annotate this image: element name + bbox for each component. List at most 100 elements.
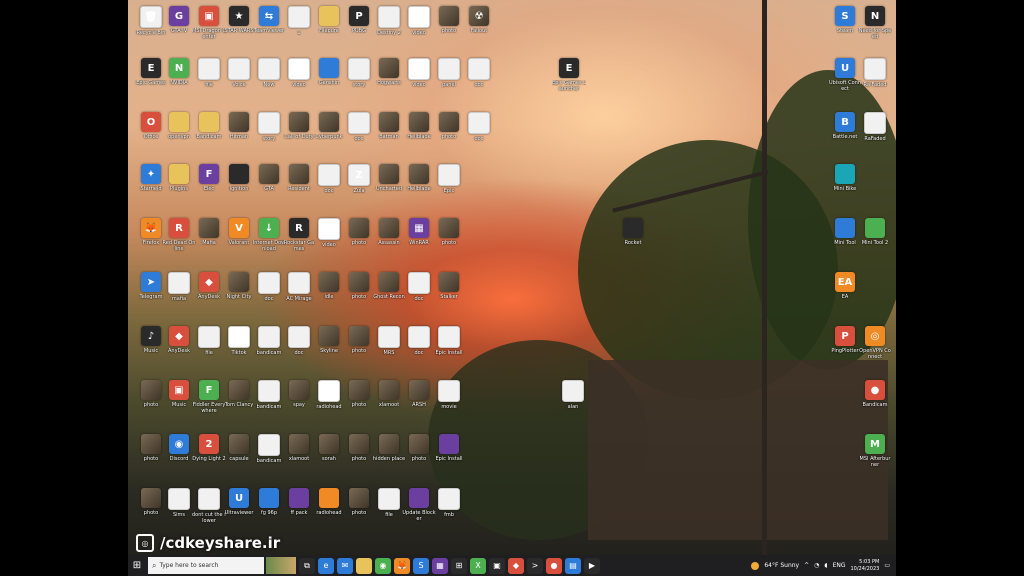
desktop-icon[interactable]: Plugins [164,164,194,208]
desktop-icon[interactable]: doc [464,112,494,156]
desktop-icon[interactable]: Uncharted [374,164,404,208]
tray-overflow-icon[interactable]: ^ [804,562,809,569]
desktop-icon[interactable]: bandicam [254,434,284,478]
desktop-icon[interactable]: photo [344,326,374,370]
desktop-icon[interactable]: ⇆ TeamViewer [254,6,284,50]
desktop-icon[interactable]: F Fiddler Everywhere [193,380,225,424]
desktop-icon[interactable]: Rocket [618,218,648,262]
desktop-icon[interactable]: photo [434,112,464,156]
taskbar-app-store[interactable]: ⊞ [451,557,467,574]
desktop-icon[interactable]: Cyberpunk [314,112,344,156]
desktop-icon[interactable]: ▶ Tiktok [224,326,254,370]
taskbar-app-folder[interactable] [356,557,372,574]
desktop-icon[interactable]: ▶ video [314,218,344,262]
taskbar-app-rar[interactable]: ▦ [432,557,448,574]
desktop-icon[interactable]: GTA [254,164,284,208]
desktop-icon[interactable]: Mini Tool 2 [860,218,890,262]
desktop-icon[interactable]: xlamoot [284,434,314,478]
desktop-icon[interactable]: Ra Faded [860,58,890,102]
clock[interactable]: 5:03 PM 10/24/2023 [851,559,880,573]
desktop-icon[interactable]: file [374,488,404,532]
desktop-icon[interactable]: B Battle.net [830,112,860,156]
taskbar-app-mail[interactable]: ✉ [337,557,353,574]
language-indicator[interactable]: ENG [833,562,846,569]
desktop-icon[interactable]: photo [404,434,434,478]
taskbar-app-edge[interactable]: e [318,557,334,574]
desktop-icon[interactable]: E Epic Games Launcher [552,58,586,102]
desktop-icon[interactable]: file [194,326,224,370]
desktop-icon[interactable]: Tom Clancy [224,380,254,424]
taskbar-app-firefox[interactable]: 🦊 [394,557,410,574]
desktop-icon[interactable]: radiohead [314,488,344,532]
desktop-icon[interactable]: ARSH [404,380,434,424]
desktop-icon[interactable]: Hellblade [404,112,434,156]
desktop-icon[interactable]: Mini Bike [830,164,860,208]
desktop-icon[interactable]: Update Blocker [402,488,436,532]
desktop-icon[interactable]: dont cut the flower [192,488,226,532]
desktop-icon[interactable]: S Steam [830,6,860,50]
desktop-icon[interactable]: story [254,112,284,156]
desktop-icon[interactable]: alan [558,380,588,424]
desktop-icon[interactable]: ◆ AnyDesk [164,326,194,370]
desktop-icon[interactable]: photo [434,218,464,262]
desktop-icon[interactable]: ff pack [284,488,314,532]
desktop-icon[interactable]: Night City [224,272,254,316]
desktop-icon[interactable]: mafia [164,272,194,316]
taskbar-app-xbox[interactable]: X [470,557,486,574]
desktop-icon[interactable]: P PingPlotter [830,326,860,370]
desktop-icon[interactable]: ↓ Internet Download [253,218,285,262]
desktop-icon[interactable]: movie [434,380,464,424]
desktop-icon[interactable]: EA EA [830,272,860,316]
desktop-icon[interactable]: M MSI Afterburner [860,434,890,478]
desktop-icon[interactable]: Mini Tool [830,218,860,262]
weather-text[interactable]: 64°F Sunny [764,562,799,569]
desktop-icon[interactable]: V Valorant [224,218,254,262]
desktop-icon[interactable]: doc [284,326,314,370]
desktop-icon[interactable]: U Ultraviewer [224,488,254,532]
desktop-icon[interactable]: photo [344,434,374,478]
taskbar-search-box[interactable]: ⌕ Type here to search [148,557,264,574]
search-highlight-image[interactable] [266,557,296,574]
desktop-icon[interactable]: ▶ video [404,6,434,50]
desktop-icon[interactable]: hidden place [373,434,405,478]
desktop-icon[interactable]: doc [254,272,284,316]
desktop-icon[interactable]: ▦ WinRAR [404,218,434,262]
desktop-icon[interactable]: file [194,58,224,102]
desktop-icon[interactable]: N Need for Speed [859,6,891,50]
desktop-icon[interactable]: capsule [224,434,254,478]
taskbar-app-record[interactable]: ● [546,557,562,574]
desktop-icon[interactable]: bandicam [254,380,284,424]
desktop-icon[interactable]: Epic Install [434,434,464,478]
desktop-icon[interactable]: Resident [284,164,314,208]
desktop-icon[interactable]: Ghost Recon [373,272,405,316]
desktop-icon[interactable]: R Rockstar Games [284,218,314,262]
desktop-icon[interactable]: photo [136,488,166,532]
desktop-icon[interactable]: ◉ Discord [164,434,194,478]
notification-icon[interactable]: ▭ [884,562,890,569]
desktop-icon[interactable]: doc [344,112,374,156]
desktop-icon[interactable]: Stalker [434,272,464,316]
desktop-icon[interactable]: Hogwarts [374,58,404,102]
desktop-icon[interactable]: story [344,58,374,102]
taskbar-app-chrome[interactable]: ◉ [375,557,391,574]
desktop-icon[interactable]: 1 [284,6,314,50]
desktop-icon[interactable]: ▶ radiohead [314,380,344,424]
start-button[interactable]: ⊞ [128,555,146,576]
desktop-icon[interactable]: Hitman [224,112,254,156]
taskbar-app-anydesk[interactable]: ◆ [508,557,524,574]
desktop-icon[interactable]: 2 Dying Light 2 [192,434,226,478]
taskbar-app-photos[interactable]: ▤ [565,557,581,574]
desktop-icon[interactable]: Call of Duty [284,112,314,156]
desktop-icon[interactable]: Filepure [314,6,344,50]
desktop-icon[interactable]: MRS [374,326,404,370]
taskbar-app-steam[interactable]: S [413,557,429,574]
desktop-icon[interactable]: Mafia [194,218,224,262]
desktop-icon[interactable]: Destiny 2 [374,6,404,50]
desktop-icon[interactable]: Assassin [374,218,404,262]
volume-icon[interactable]: ◖ [824,562,827,569]
taskbar-app-player[interactable]: ▶ [584,557,600,574]
network-icon[interactable]: ◔ [814,562,819,569]
desktop-icon[interactable]: doc [404,326,434,370]
desktop-icon[interactable]: bandicam [254,326,284,370]
desktop-icon[interactable]: AC Mirage [284,272,314,316]
